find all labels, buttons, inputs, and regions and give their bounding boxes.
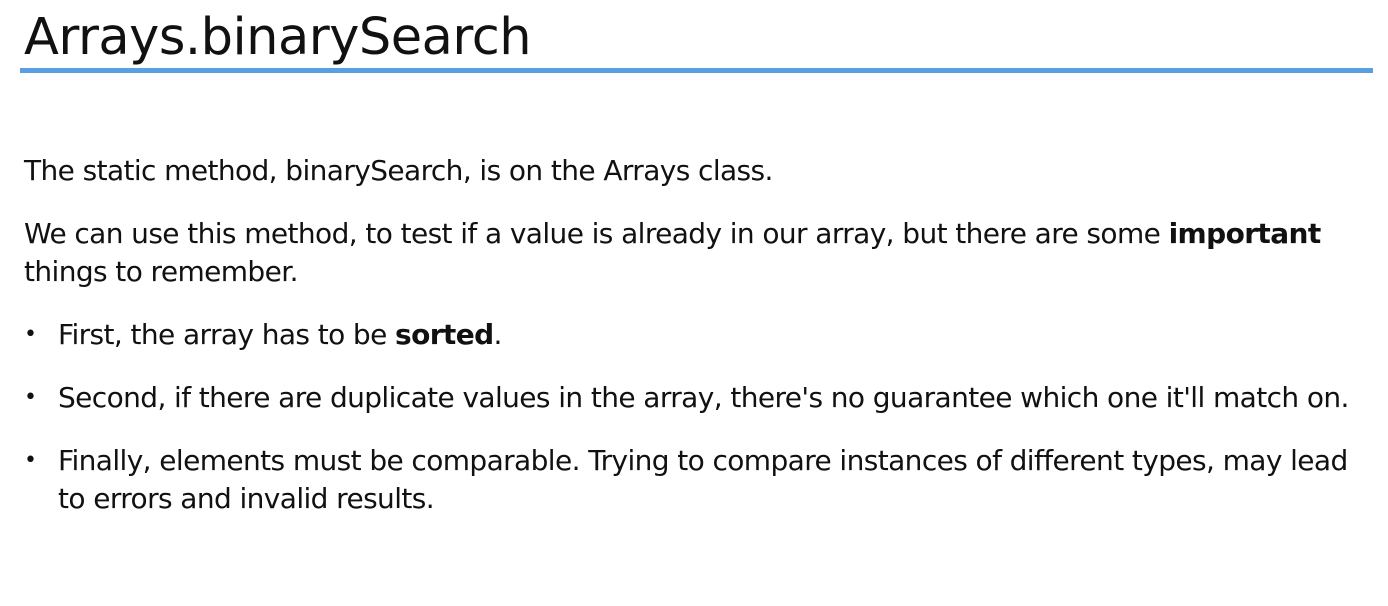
important-emphasis: important: [1168, 217, 1322, 250]
bullet-icon: •: [24, 322, 37, 347]
usage-paragraph-text: We can use this method, to test if a val…: [24, 217, 1169, 250]
usage-paragraph: We can use this method, to test if a val…: [24, 215, 1354, 291]
list-item-tail: .: [493, 318, 503, 351]
intro-paragraph: The static method, binarySearch, is on t…: [24, 152, 1354, 190]
page-title: Arrays.binarySearch: [24, 8, 532, 67]
intro-paragraph-text: The static method, binarySearch, is on t…: [24, 154, 773, 187]
list-item-text: First, the array has to be: [58, 318, 395, 351]
rules-list: • First, the array has to be sorted. • S…: [24, 316, 1354, 518]
list-item-comparable: • Finally, elements must be comparable. …: [24, 442, 1354, 518]
list-item-sorted: • First, the array has to be sorted.: [24, 316, 1354, 354]
title-underline-rule: [20, 68, 1373, 73]
list-item-text: Second, if there are duplicate values in…: [58, 381, 1349, 414]
sorted-emphasis: sorted: [395, 318, 494, 351]
bullet-icon: •: [24, 385, 37, 410]
list-item-text: Finally, elements must be comparable. Tr…: [58, 444, 1348, 515]
slide-body: The static method, binarySearch, is on t…: [24, 152, 1354, 543]
bullet-icon: •: [24, 448, 37, 473]
list-item-duplicates: • Second, if there are duplicate values …: [24, 379, 1354, 417]
usage-paragraph-tail: things to remember.: [24, 255, 298, 288]
